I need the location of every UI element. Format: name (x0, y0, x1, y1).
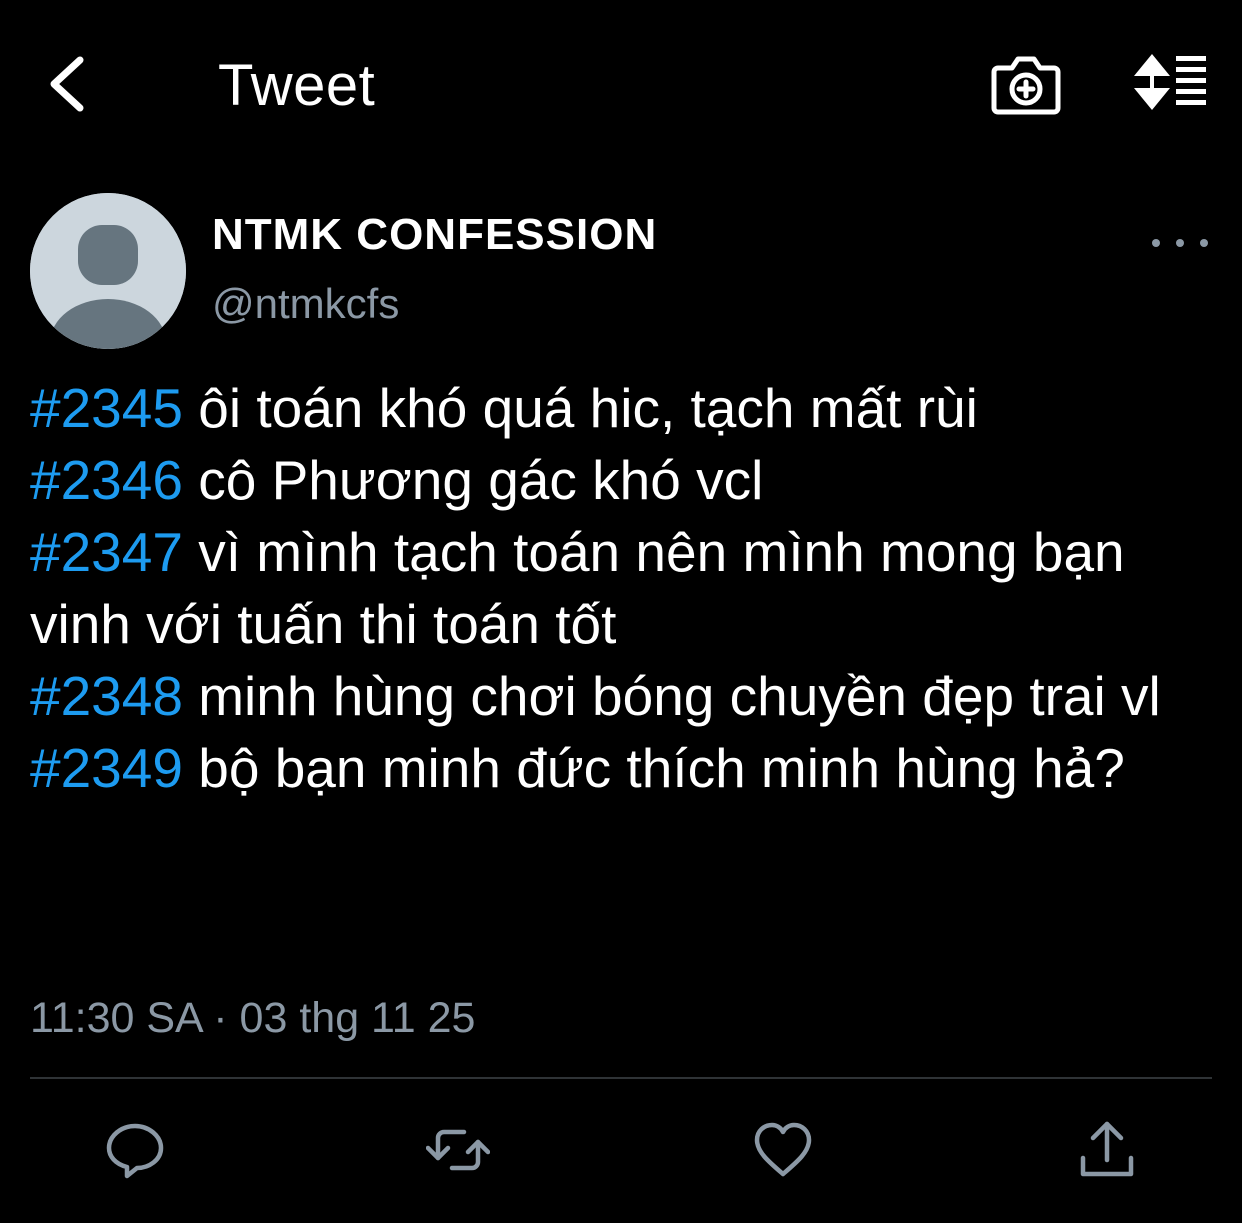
tweet-timestamp: 11:30 SA · 03 thg 11 25 (30, 994, 476, 1042)
share-button[interactable] (1075, 1118, 1139, 1182)
author-handle[interactable]: @ntmkcfs (212, 280, 399, 328)
tweet-detail-screen: Tweet NTMK CONFESSION @ntmkcfs #2345 ôi … (0, 0, 1242, 1223)
more-dot-icon (1176, 239, 1184, 247)
share-icon (1080, 1121, 1134, 1177)
retweet-icon (426, 1129, 490, 1171)
reply-icon (106, 1123, 164, 1179)
hashtag-link[interactable]: #2347 (30, 521, 183, 583)
sort-list-icon (1134, 54, 1206, 110)
retweet-button[interactable] (426, 1118, 490, 1182)
hashtag-link[interactable]: #2345 (30, 377, 183, 439)
tweet-line: #2346 cô Phương gác khó vcl (30, 444, 1220, 516)
tweet-line: #2348 minh hùng chơi bóng chuyền đẹp tra… (30, 660, 1220, 732)
camera-button[interactable] (990, 50, 1062, 118)
tweet-line-text: minh hùng chơi bóng chuyền đẹp trai vl (182, 665, 1161, 727)
hashtag-link[interactable]: #2348 (30, 665, 183, 727)
back-button[interactable] (36, 48, 106, 120)
sort-button[interactable] (1128, 50, 1212, 114)
like-button[interactable] (751, 1118, 815, 1182)
divider (30, 1077, 1212, 1079)
page-title: Tweet (218, 53, 376, 118)
hashtag-link[interactable]: #2349 (30, 737, 183, 799)
back-chevron-icon (50, 56, 84, 112)
tweet-line: #2347 vì mình tạch toán nên mình mong bạ… (30, 516, 1220, 660)
more-options-button[interactable] (1152, 226, 1208, 260)
more-dot-icon (1200, 239, 1208, 247)
tweet-line-text: ôi toán khó quá hic, tạch mất rùi (182, 377, 978, 439)
default-avatar-icon (30, 193, 186, 349)
tweet-text: #2345 ôi toán khó quá hic, tạch mất rùi … (30, 372, 1220, 804)
reply-button[interactable] (103, 1118, 167, 1182)
tweet-line: #2349 bộ bạn minh đức thích minh hùng hả… (30, 732, 1220, 804)
more-dot-icon (1152, 239, 1160, 247)
tweet-line-text: vì mình tạch toán nên mình mong bạn vinh… (30, 521, 1125, 655)
avatar[interactable] (30, 193, 186, 349)
tweet-line: #2345 ôi toán khó quá hic, tạch mất rùi (30, 372, 1220, 444)
like-icon (754, 1122, 812, 1177)
header-bar: Tweet (0, 0, 1242, 170)
author-display-name[interactable]: NTMK CONFESSION (212, 210, 657, 260)
camera-add-icon (991, 56, 1061, 115)
tweet-line-text: cô Phương gác khó vcl (182, 449, 764, 511)
tweet-line-text: bộ bạn minh đức thích minh hùng hả? (182, 737, 1125, 799)
hashtag-link[interactable]: #2346 (30, 449, 183, 511)
